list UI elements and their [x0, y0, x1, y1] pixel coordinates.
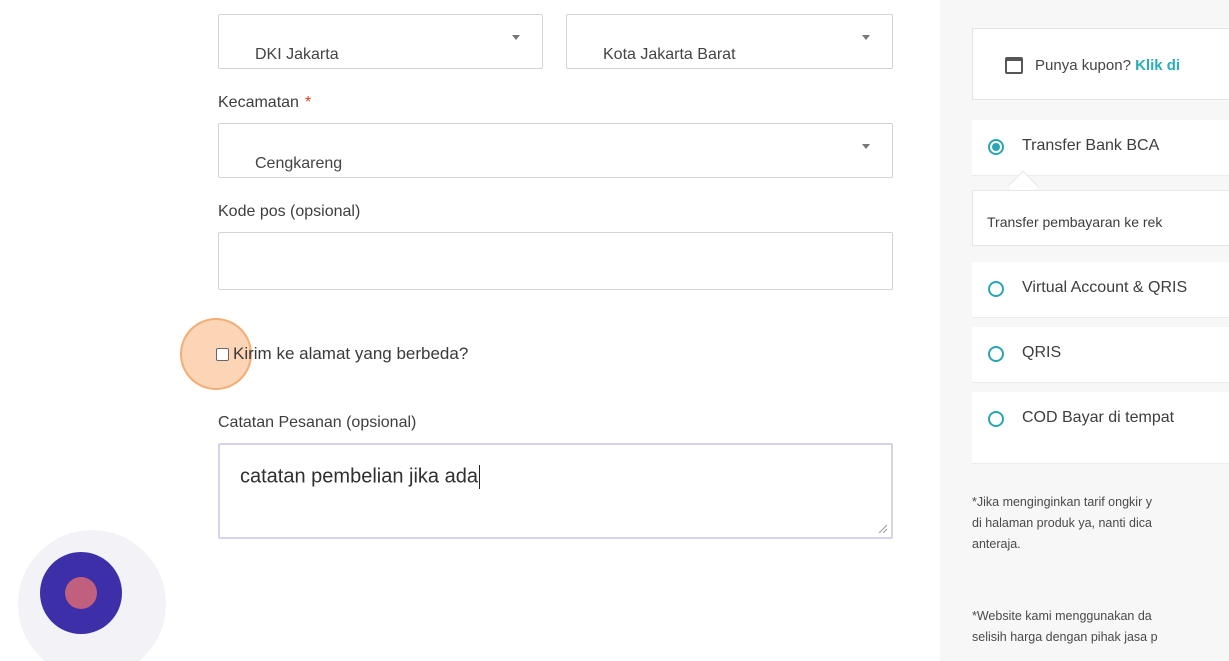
fab-inner-dot — [65, 577, 97, 609]
postcode-input[interactable] — [218, 232, 893, 290]
required-marker: * — [304, 94, 312, 111]
chevron-down-icon — [862, 144, 870, 149]
payment-option-bca[interactable]: Transfer Bank BCA — [972, 120, 1229, 176]
postcode-label: Kode pos (opsional) — [218, 203, 361, 220]
coupon-box: Punya kupon? Klik di — [972, 28, 1229, 100]
radio-icon[interactable] — [988, 346, 1004, 362]
payment-option-label: Virtual Account & QRIS — [1022, 279, 1188, 296]
payment-option-cod[interactable]: COD Bayar di tempat — [972, 392, 1229, 464]
radio-icon[interactable] — [988, 281, 1004, 297]
chevron-down-icon — [512, 35, 520, 40]
chevron-down-icon — [862, 35, 870, 40]
order-notes-label: Catatan Pesanan (opsional) — [218, 414, 417, 431]
coupon-text: Punya kupon? Klik di — [1035, 57, 1181, 74]
province-select[interactable]: DKI Jakarta — [218, 14, 543, 69]
radio-selected-icon[interactable] — [988, 139, 1004, 155]
city-select[interactable]: Kota Jakarta Barat — [566, 14, 893, 69]
website-note: *Website kami menggunakan da selisih har… — [972, 609, 1158, 644]
text-cursor — [478, 465, 480, 489]
radio-icon[interactable] — [988, 411, 1004, 427]
district-select-value: Cengkareng — [255, 155, 343, 172]
payment-option-label: Transfer Bank BCA — [1022, 137, 1160, 154]
resize-handle-icon[interactable] — [877, 523, 887, 533]
payment-option-label: QRIS — [1022, 344, 1062, 361]
shipping-note: *Jika menginginkan tarif ongkir y di hal… — [972, 495, 1152, 551]
calendar-icon — [1005, 57, 1023, 74]
payment-description: Transfer pembayaran ke rek — [972, 190, 1229, 246]
ship-different-label: Kirim ke alamat yang berbeda? — [233, 344, 469, 363]
payment-option-virtual-account[interactable]: Virtual Account & QRIS — [972, 262, 1229, 318]
payment-option-label: COD Bayar di tempat — [1022, 409, 1175, 426]
order-notes-value: catatan pembelian jika ada — [240, 465, 478, 488]
district-label: Kecamatan * — [218, 94, 312, 111]
ship-different-row[interactable]: Kirim ke alamat yang berbeda? — [216, 344, 468, 364]
payment-option-qris[interactable]: QRIS — [972, 327, 1229, 383]
coupon-link[interactable]: Klik di — [1135, 57, 1180, 74]
city-select-value: Kota Jakarta Barat — [603, 46, 736, 63]
order-notes-textarea[interactable]: catatan pembelian jika ada — [218, 443, 893, 539]
province-select-value: DKI Jakarta — [255, 46, 339, 63]
ship-different-checkbox[interactable] — [216, 347, 229, 361]
district-select[interactable]: Cengkareng — [218, 123, 893, 178]
